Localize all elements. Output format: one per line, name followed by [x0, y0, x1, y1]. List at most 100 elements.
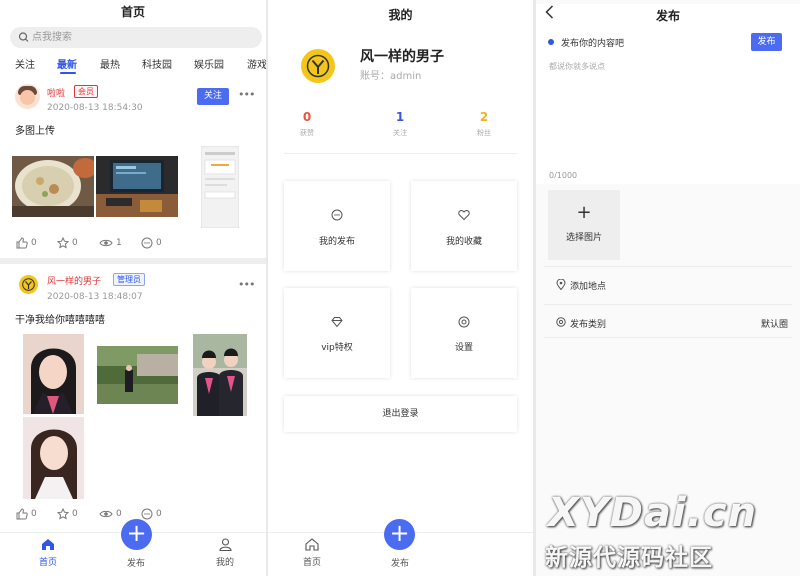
feed-screen: 首页 点我搜索 关注 最新 最热 科技园 娱乐园 游戏 啦啦 会员 2020-0…: [0, 0, 266, 576]
tab-home[interactable]: 首页: [287, 538, 337, 568]
location-pin-icon: [556, 279, 566, 290]
logo-icon: [22, 278, 35, 291]
add-location-label: 添加地点: [570, 282, 607, 292]
tab-publish-label: 发布: [126, 559, 145, 569]
avatar[interactable]: [19, 275, 38, 294]
profile-avatar[interactable]: [301, 49, 335, 83]
post-time: 2020-08-13 18:48:07: [47, 292, 143, 302]
watermark-text: XYDai.cn: [548, 490, 758, 536]
star-icon: [57, 237, 69, 249]
tab-publish[interactable]: 发布: [375, 556, 425, 569]
following-label: 关注: [393, 129, 407, 137]
category-row[interactable]: 发布类别 默认圈: [544, 304, 792, 338]
heart-icon: [458, 209, 470, 221]
post-card[interactable]: 啦啦 会员 2020-08-13 18:54:30 关注 ••• 多图上传 0 …: [0, 78, 266, 258]
followers-label: 粉丝: [477, 129, 491, 137]
divider: [284, 153, 517, 154]
tab-mine[interactable]: 我的: [200, 538, 250, 568]
my-favorites-label: 我的收藏: [445, 237, 482, 247]
vip-privileges-label: vip特权: [321, 343, 353, 353]
comment-count: 0: [156, 238, 162, 248]
publish-button[interactable]: 发布: [751, 33, 782, 51]
likes-received-label: 获赞: [300, 129, 314, 137]
more-options-icon[interactable]: •••: [238, 88, 255, 101]
thumbs-up-icon: [16, 508, 28, 520]
favorite-stat[interactable]: 0: [57, 508, 78, 520]
like-count: 0: [31, 509, 37, 519]
publish-fab-button[interactable]: +: [384, 519, 415, 550]
view-count: 1: [116, 238, 122, 248]
tab-home-label: 首页: [302, 558, 321, 568]
post-image-screenshot[interactable]: [200, 145, 240, 229]
logout-button[interactable]: 退出登录: [284, 396, 517, 432]
back-arrow-icon[interactable]: [545, 5, 554, 23]
add-location-row[interactable]: 添加地点: [544, 266, 792, 300]
post-image-food[interactable]: [12, 156, 97, 217]
followers-count[interactable]: 2: [464, 110, 504, 124]
view-stat: 0: [99, 508, 122, 520]
content-textarea[interactable]: 都说你就多说点: [549, 61, 605, 72]
likes-received-count[interactable]: 0: [287, 110, 327, 124]
post-text: 多图上传: [15, 126, 55, 137]
post-card[interactable]: 风一样的男子 管理员 2020-08-13 18:48:07 ••• 干净我给你…: [0, 264, 266, 532]
category-icon: [556, 317, 566, 327]
search-placeholder: 点我搜索: [32, 32, 72, 43]
settings-card[interactable]: 设置: [411, 288, 517, 378]
active-tab-indicator: [60, 72, 76, 74]
plus-icon: +: [126, 519, 147, 547]
select-image-button[interactable]: + 选择图片: [548, 190, 620, 260]
logo-icon: [306, 54, 330, 78]
post-image-campus[interactable]: [97, 346, 178, 404]
follow-button[interactable]: 关注: [197, 88, 229, 105]
home-icon: [305, 538, 319, 551]
tab-hot[interactable]: 最热: [100, 56, 120, 71]
tab-home-label: 首页: [38, 558, 57, 568]
my-favorites-card[interactable]: 我的收藏: [411, 181, 517, 271]
post-image-portrait-2[interactable]: [23, 417, 84, 499]
tab-home[interactable]: 首页: [23, 538, 73, 568]
post-image-desk[interactable]: [96, 156, 178, 217]
view-stat: 1: [99, 237, 122, 249]
tab-mine-label: 我的: [215, 558, 234, 568]
my-posts-card[interactable]: 我的发布: [284, 181, 390, 271]
like-stat[interactable]: 0: [16, 237, 37, 249]
profile-name: 风一样的男子: [360, 49, 444, 65]
favorite-stat[interactable]: 0: [57, 237, 78, 249]
publish-fab-button[interactable]: +: [121, 519, 152, 550]
tab-publish[interactable]: 发布: [111, 556, 161, 569]
thumbs-up-icon: [16, 237, 28, 249]
tab-games[interactable]: 游戏: [247, 56, 266, 71]
author-name[interactable]: 啦啦: [47, 86, 65, 99]
tab-latest[interactable]: 最新: [57, 56, 77, 71]
tab-follow[interactable]: 关注: [15, 56, 35, 71]
post-image-graduates[interactable]: [193, 334, 247, 416]
status-dot: [548, 39, 554, 45]
more-options-icon[interactable]: •••: [238, 278, 255, 291]
tab-entertainment[interactable]: 娱乐园: [194, 56, 224, 71]
category-label: 发布类别: [570, 320, 607, 330]
settings-icon: [458, 316, 470, 328]
eye-icon: [99, 239, 113, 247]
user-icon: [218, 538, 232, 551]
publish-hint: 发布你的内容吧: [561, 39, 625, 49]
search-input[interactable]: 点我搜索: [10, 27, 262, 48]
author-name[interactable]: 风一样的男子: [47, 274, 101, 287]
eye-icon: [99, 510, 113, 518]
comment-stat[interactable]: 0: [141, 237, 162, 249]
watermark-subtext: 新源代源码社区: [545, 545, 713, 571]
bottom-tab-bar: 首页 + 发布 我的: [0, 519, 266, 576]
page-title: 首页: [120, 5, 145, 19]
star-icon: [57, 508, 69, 520]
vip-privileges-card[interactable]: vip特权: [284, 288, 390, 378]
view-count: 0: [116, 509, 122, 519]
following-count[interactable]: 1: [380, 110, 420, 124]
like-count: 0: [31, 238, 37, 248]
tab-tech[interactable]: 科技园: [142, 56, 172, 71]
plus-icon: +: [576, 202, 592, 223]
category-tabs: 关注 最新 最热 科技园 娱乐园 游戏: [0, 54, 266, 74]
like-stat[interactable]: 0: [16, 508, 37, 520]
avatar[interactable]: [15, 84, 40, 109]
post-image-portrait-1[interactable]: [23, 334, 84, 414]
bottom-tab-bar: 首页 + 发布: [268, 519, 533, 576]
profile-account: 账号：admin: [360, 71, 422, 82]
